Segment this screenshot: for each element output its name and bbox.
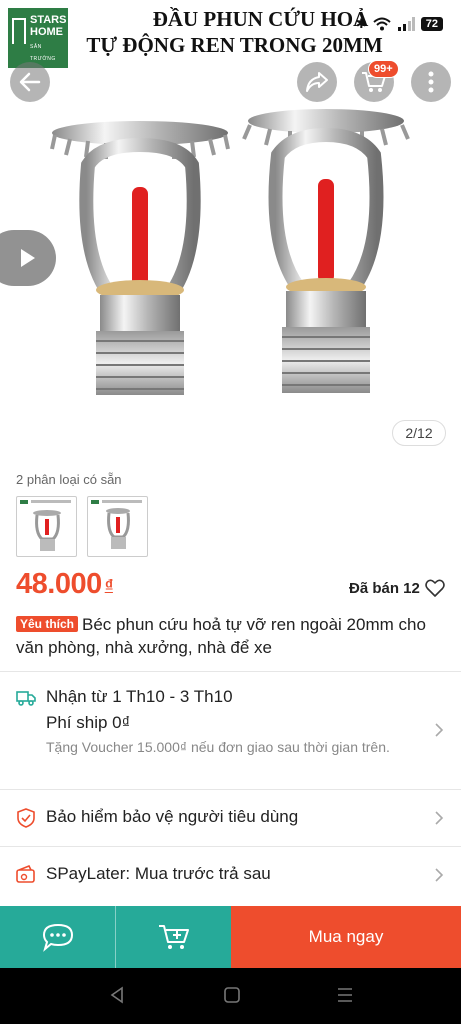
shipping-fee: Phí ship 0₫ (46, 713, 131, 732)
price-value: 48.000 (16, 568, 102, 600)
bluetooth-icon: ✱ (355, 16, 367, 31)
truck-icon (16, 691, 36, 706)
wallet-icon (16, 865, 35, 883)
variant-thumbnail[interactable] (16, 496, 77, 557)
thumbnail-logo (91, 500, 99, 504)
divider (0, 671, 461, 672)
variants-label: 2 phân loại có sẵn (16, 472, 122, 487)
divider (0, 789, 461, 790)
product-title: Yêu thích Béc phun cứu hoả tự vỡ ren ngoà… (16, 613, 446, 659)
cart-plus-icon (158, 925, 189, 949)
share-button[interactable] (297, 62, 337, 102)
play-video-button[interactable] (0, 230, 56, 286)
buyer-protection-label: Bảo hiểm bảo vệ người tiêu dùng (46, 807, 299, 826)
share-icon (306, 72, 328, 92)
sprinkler-thumbnail-image (33, 510, 61, 551)
sprinkler-thumbnail-image (106, 508, 130, 549)
chevron-right-icon (435, 723, 444, 737)
chat-button[interactable] (0, 906, 115, 968)
price-currency: ₫ (104, 576, 114, 595)
wifi-icon (373, 17, 391, 31)
heart-icon[interactable] (425, 579, 445, 598)
more-vertical-icon (428, 71, 434, 93)
banner-line-2: TỰ ĐỘNG REN TRONG 20MM (86, 33, 383, 57)
image-page-indicator: 2/12 (392, 420, 446, 446)
nav-recents-icon[interactable] (336, 986, 354, 1004)
bottom-action-bar: Mua ngay (0, 906, 461, 968)
chevron-right-icon (435, 811, 444, 825)
play-icon (21, 249, 35, 267)
add-to-cart-button[interactable] (115, 906, 231, 968)
chevron-right-icon (435, 868, 444, 882)
battery-indicator: 72 (420, 17, 443, 31)
cart-count-badge: 99+ (368, 60, 399, 78)
arrow-left-icon (19, 72, 41, 92)
image-banner-title: ĐẦU PHUN CỨU HOẢ TỰ ĐỘNG REN TRONG 20MM (0, 6, 461, 58)
divider (0, 846, 461, 847)
variant-thumbnail[interactable] (87, 496, 148, 557)
delivery-date: Nhận từ 1 Th10 - 3 Th10 (46, 687, 233, 706)
thumbnail-caption (102, 500, 142, 503)
product-price: 48.000 ₫ (16, 568, 113, 601)
product-image-gallery[interactable]: STARS HOME SÂN TRƯỜNG ĐẦU PHUN CỨU HOẢ T… (0, 0, 461, 460)
sold-count: Đã bán 12 (349, 580, 420, 597)
shipping-voucher-note: Tặng Voucher 15.000₫ nếu đơn giao sau th… (46, 739, 390, 755)
thumbnail-logo (20, 500, 28, 504)
signal-icon (397, 17, 415, 31)
spaylater-label: SPayLater: Mua trước trả sau (46, 864, 271, 883)
buy-now-button[interactable]: Mua ngay (231, 906, 461, 968)
shield-check-icon (17, 808, 35, 828)
more-options-button[interactable] (411, 62, 451, 102)
chat-icon (42, 923, 73, 952)
nav-home-icon[interactable] (223, 986, 241, 1004)
product-photo (50, 109, 410, 395)
nav-back-icon[interactable] (108, 986, 126, 1004)
favorite-badge: Yêu thích (16, 616, 79, 632)
status-bar: ✱ 72 (356, 16, 443, 32)
system-navigation-bar (0, 968, 461, 1024)
back-button[interactable] (10, 62, 50, 102)
thumbnail-caption (31, 500, 71, 503)
